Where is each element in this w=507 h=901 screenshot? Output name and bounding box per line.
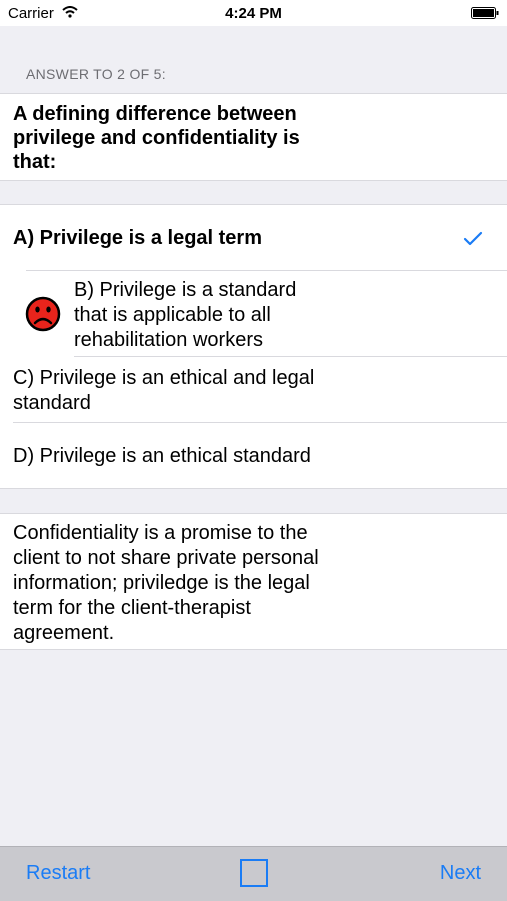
answer-d-label: D) Privilege is an ethical standard [13,445,311,467]
sad-face-icon [25,296,61,332]
answers-list: A) Privilege is a legal term B) Privileg… [0,204,507,489]
answer-option-d[interactable]: D) Privilege is an ethical standard [0,423,507,488]
answer-option-b[interactable]: B) Privilege is a standard that is appli… [0,271,507,356]
checkmark-icon [463,231,483,246]
question-block: A defining difference between privilege … [0,93,507,181]
status-time: 4:24 PM [225,5,282,22]
battery-icon [471,7,499,19]
explanation-block: Confidentiality is a promise to the clie… [0,513,507,650]
bottom-toolbar: Restart Next [0,846,507,901]
restart-button[interactable]: Restart [26,862,90,885]
square-icon[interactable] [240,859,268,887]
status-bar: Carrier 4:24 PM [0,0,507,26]
question-text: A defining difference between privilege … [13,103,300,173]
answer-b-label: B) Privilege is a standard that is appli… [74,279,297,351]
explanation-text: Confidentiality is a promise to the clie… [13,522,319,644]
next-button[interactable]: Next [440,862,481,885]
section-header: ANSWER TO 2 OF 5: [26,66,166,82]
answer-a-label: A) Privilege is a legal term [13,227,262,249]
answer-option-a[interactable]: A) Privilege is a legal term [0,205,507,270]
answer-c-label: C) Privilege is an ethical and legal sta… [13,367,315,414]
answer-option-c[interactable]: C) Privilege is an ethical and legal sta… [0,357,507,422]
